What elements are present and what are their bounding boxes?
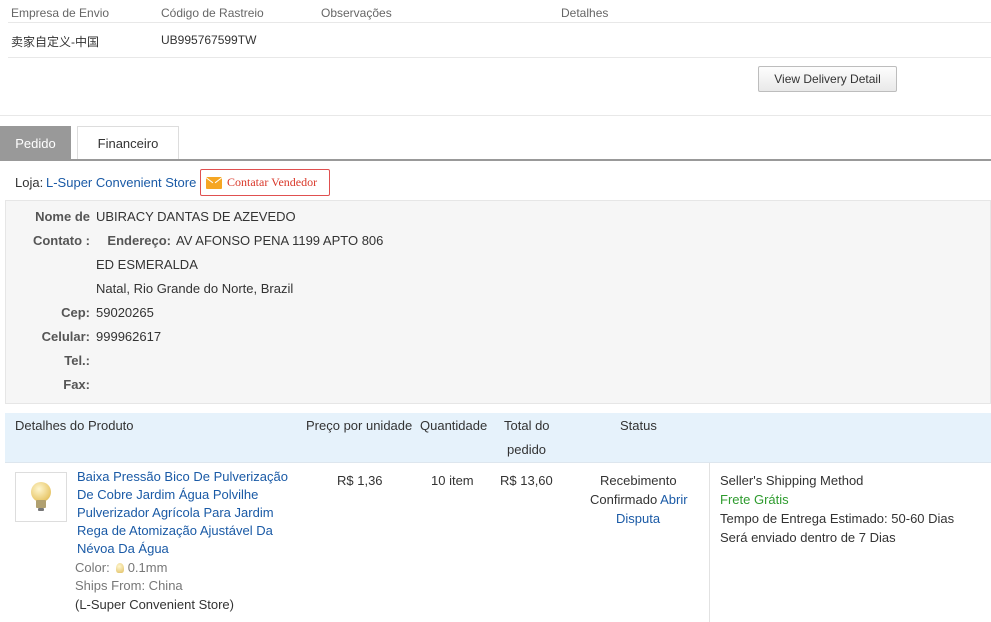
shipping-method: Seller's Shipping Method <box>720 473 864 488</box>
divider <box>0 115 991 116</box>
address-line-3: Natal, Rio Grande do Norte, Brazil <box>96 281 294 296</box>
divider <box>8 57 991 58</box>
cep-value: 59020265 <box>96 305 154 320</box>
address-line-2: ED ESMERALDA <box>96 257 198 272</box>
view-delivery-detail-button[interactable]: View Delivery Detail <box>758 66 897 92</box>
tel-label: Tel.: <box>64 353 90 368</box>
contact-seller-label: Contatar Vendedor <box>227 175 318 189</box>
envelope-icon <box>206 176 222 189</box>
cep-label: Cep: <box>61 305 90 320</box>
store-label: Loja: <box>15 175 44 190</box>
shipping-address-panel <box>5 200 991 404</box>
dispatch-time: Será enviado dentro de 7 Dias <box>720 530 896 545</box>
divider <box>8 22 991 23</box>
product-table-header <box>5 413 991 463</box>
fax-label: Fax: <box>63 377 90 392</box>
header-shipping-company: Empresa de Envio <box>11 6 110 20</box>
unit-price: R$ 1,36 <box>337 473 383 488</box>
th-order-total-line1: Total do <box>504 418 550 433</box>
celular-label: Celular: <box>41 329 90 344</box>
street-address: AV AFONSO PENA 1199 APTO 806 <box>176 233 384 248</box>
open-dispute-link-cont[interactable]: Disputa <box>616 511 660 526</box>
header-observations: Observações <box>321 6 392 20</box>
status-confirmed: Confirmado <box>590 492 658 507</box>
color-label: Color: <box>75 560 110 575</box>
th-product-details: Detalhes do Produto <box>15 418 134 433</box>
product-thumbnail[interactable] <box>15 472 67 522</box>
free-shipping: Frete Grátis <box>720 492 789 507</box>
ships-from: Ships From: China <box>75 578 183 593</box>
tab-financeiro[interactable]: Financeiro <box>77 126 179 160</box>
shipping-company: 卖家自定义-中国 <box>11 35 99 49</box>
delivery-estimate: Tempo de Entrega Estimado: 50-60 Dias <box>720 511 954 526</box>
name-label: Nome de <box>35 209 90 224</box>
color-swatch-icon <box>115 563 124 573</box>
status-line1: Recebimento <box>600 473 677 488</box>
delivery-estimate-value: 50-60 Dias <box>891 511 955 526</box>
status-line2: Confirmado Abrir <box>590 492 688 507</box>
order-total: R$ 13,60 <box>500 473 553 488</box>
th-quantity: Quantidade <box>420 418 488 433</box>
product-color: Color: 0.1mm <box>75 560 167 575</box>
tab-underline <box>0 159 991 161</box>
store-note: (L-Super Convenient Store) <box>75 597 234 612</box>
celular-value: 999962617 <box>96 329 162 344</box>
divider <box>5 462 991 463</box>
color-value: 0.1mm <box>127 560 168 575</box>
header-details: Detalhes <box>561 6 609 20</box>
tab-pedido[interactable]: Pedido <box>0 126 71 160</box>
product-title-link[interactable]: Baixa Pressão Bico De Pulverização De Co… <box>77 468 297 558</box>
header-tracking-code: Código de Rastreio <box>161 6 264 20</box>
quantity: 10 item <box>431 473 474 488</box>
nozzle-image <box>30 482 52 512</box>
column-divider <box>709 463 710 622</box>
open-dispute-link[interactable]: Abrir <box>660 492 687 507</box>
street-label: Endereço: <box>107 233 171 248</box>
th-order-total-line2: pedido <box>507 442 547 457</box>
th-status: Status <box>620 418 657 433</box>
th-unit-price: Preço por unidade <box>306 418 413 433</box>
tracking-code: UB995767599TW <box>161 33 257 47</box>
contact-seller-button[interactable]: Contatar Vendedor <box>200 169 330 196</box>
delivery-estimate-label: Tempo de Entrega Estimado: <box>720 511 888 526</box>
recipient-name: UBIRACY DANTAS DE AZEVEDO <box>96 209 296 224</box>
store-link[interactable]: L-Super Convenient Store <box>46 175 196 190</box>
